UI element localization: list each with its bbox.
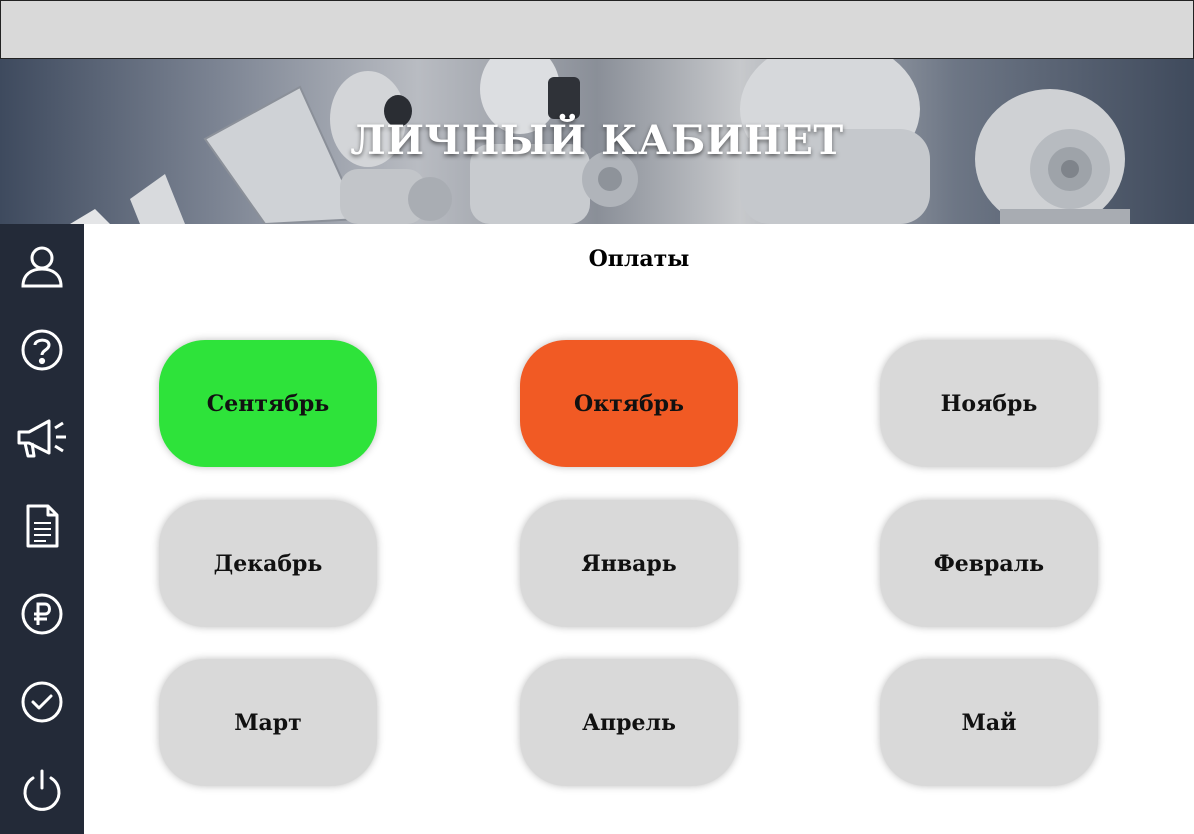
- month-button-february[interactable]: Февраль: [880, 500, 1098, 627]
- sidebar-item-completed[interactable]: [0, 660, 84, 744]
- power-icon: [23, 769, 61, 811]
- page-title: ЛИЧНЫЙ КАБИНЕТ: [350, 117, 844, 164]
- ruble-icon: [21, 593, 63, 635]
- month-button-may[interactable]: Май: [880, 659, 1098, 786]
- sidebar-item-documents[interactable]: [0, 484, 84, 568]
- megaphone-icon: [17, 419, 66, 458]
- help-icon: [21, 329, 63, 371]
- month-button-november[interactable]: Ноябрь: [880, 340, 1098, 467]
- sidebar-item-payments[interactable]: [0, 572, 84, 656]
- sidebar-item-help[interactable]: [0, 308, 84, 392]
- month-button-september[interactable]: Сентябрь: [159, 340, 377, 467]
- month-button-december[interactable]: Декабрь: [159, 500, 377, 627]
- check-circle-icon: [21, 681, 63, 723]
- sidebar-item-announcements[interactable]: [0, 396, 84, 480]
- sidebar: [0, 224, 84, 834]
- month-button-march[interactable]: Март: [159, 659, 377, 786]
- sidebar-item-profile[interactable]: [0, 224, 84, 308]
- top-bar: [0, 0, 1194, 59]
- month-button-january[interactable]: Январь: [520, 500, 738, 627]
- header-banner: ЛИЧНЫЙ КАБИНЕТ: [0, 59, 1194, 224]
- document-icon: [26, 504, 59, 548]
- month-button-october[interactable]: Октябрь: [520, 340, 738, 467]
- sidebar-item-logout[interactable]: [0, 748, 84, 832]
- section-title: Оплаты: [588, 246, 690, 272]
- month-button-april[interactable]: Апрель: [520, 659, 738, 786]
- user-icon: [21, 246, 63, 288]
